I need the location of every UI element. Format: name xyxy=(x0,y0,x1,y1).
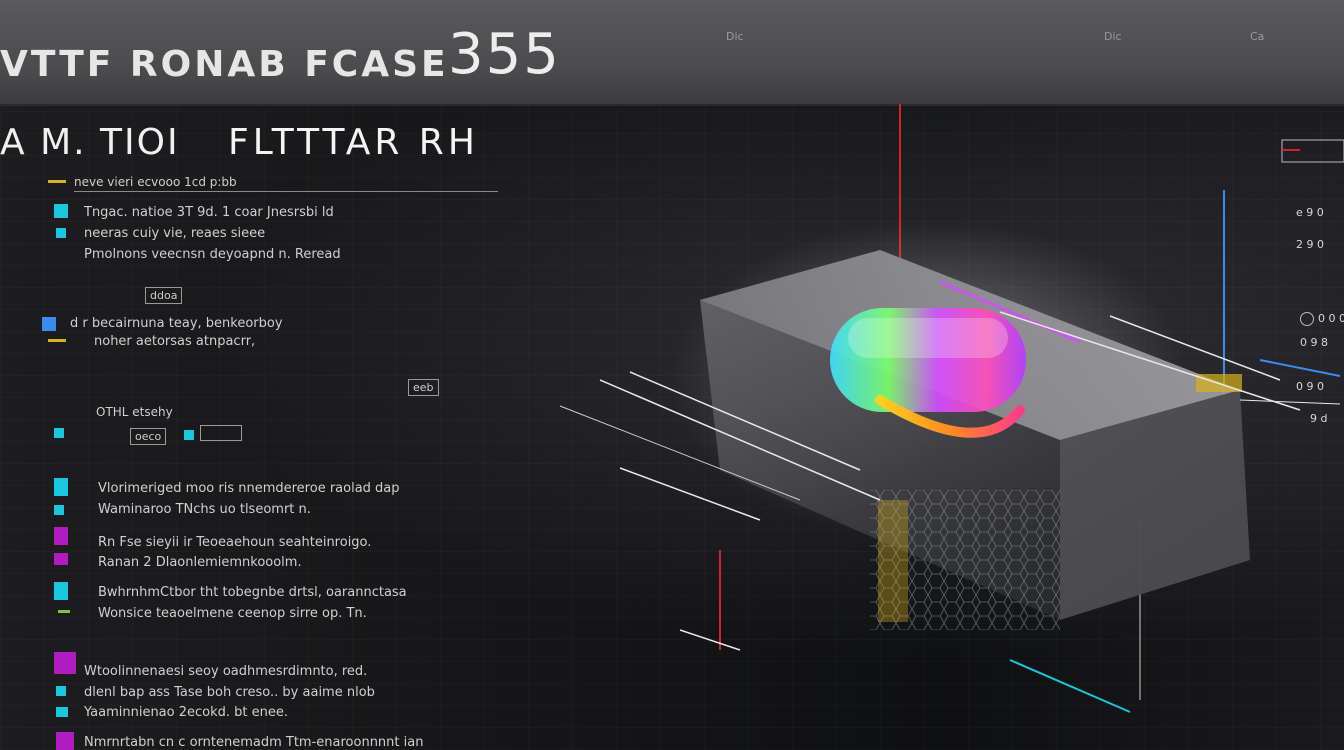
device-illustration xyxy=(559,104,1344,713)
